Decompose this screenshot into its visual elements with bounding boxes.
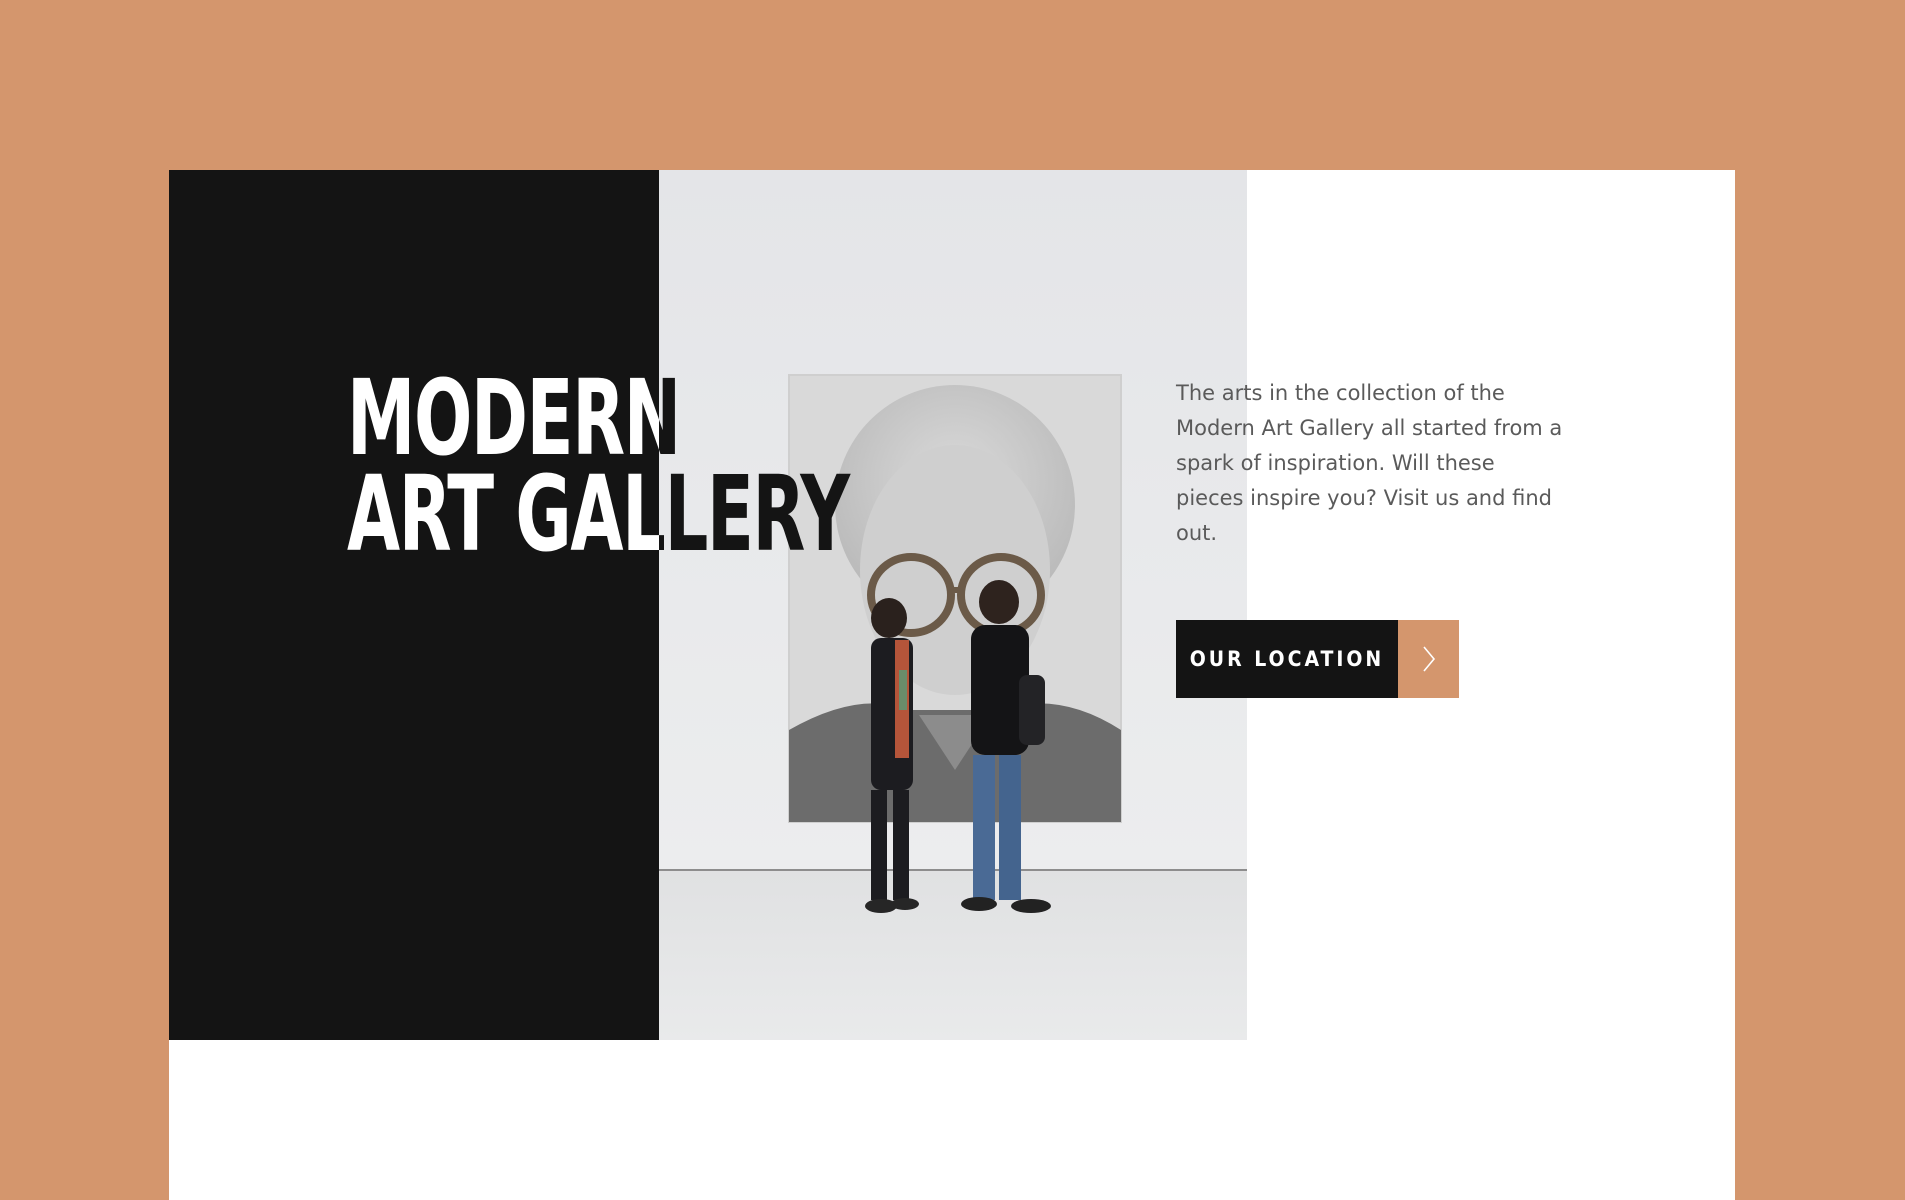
page-title: MODERN ART GALLERY: [347, 370, 659, 570]
title-line-2: ART GALLERY: [347, 453, 659, 570]
chevron-right-icon: [1398, 620, 1459, 698]
title-line-2-overlay: ART GALLERY: [659, 453, 850, 570]
page-title-overlay: MODERN ART GALLERY: [659, 370, 1019, 570]
gallery-photo: [659, 170, 1247, 1040]
title-line-1-overlay: MODERN: [659, 370, 849, 470]
dark-panel: [169, 170, 659, 1040]
hero-description: The arts in the collection of the Modern…: [1176, 381, 1563, 545]
title-line-1: MODERN: [347, 370, 659, 479]
hero-card: MODERN ART GALLERY MODERN ART GALLERY Th…: [169, 170, 1735, 1200]
our-location-button[interactable]: OUR LOCATION: [1176, 620, 1459, 698]
our-location-label: OUR LOCATION: [1176, 620, 1398, 698]
